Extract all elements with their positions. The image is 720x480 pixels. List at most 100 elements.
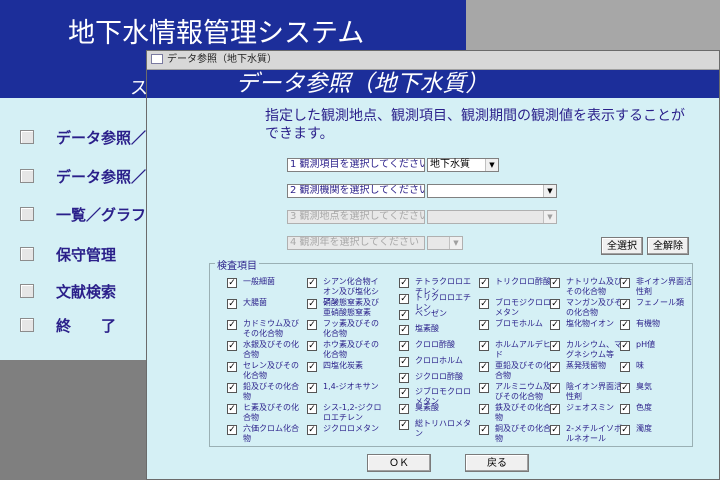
- inspection-item-checkbox[interactable]: ✓: [550, 404, 560, 414]
- inspection-item[interactable]: ✓ マンガン及びその化合物: [550, 298, 626, 318]
- inspection-item[interactable]: ✓ 陰イオン界面活性剤: [550, 382, 626, 402]
- inspection-item-checkbox[interactable]: ✓: [550, 341, 560, 351]
- inspection-item-checkbox[interactable]: ✓: [307, 278, 317, 288]
- select-all-button[interactable]: 全選択: [601, 237, 643, 255]
- dropdown-arrow-icon[interactable]: ▼: [543, 185, 556, 197]
- inspection-item-checkbox[interactable]: ✓: [399, 325, 409, 335]
- inspection-item[interactable]: ✓ ホウ素及びその化合物: [307, 340, 383, 360]
- inspection-item-checkbox[interactable]: ✓: [620, 425, 630, 435]
- inspection-item-checkbox[interactable]: ✓: [307, 320, 317, 330]
- menu-button-box[interactable]: [20, 318, 34, 332]
- inspection-item-checkbox[interactable]: ✓: [307, 425, 317, 435]
- inspection-item[interactable]: ✓ 鉄及びその化合物: [479, 403, 555, 423]
- inspection-item[interactable]: ✓ シス-1,2-ジクロロエチレン: [307, 403, 383, 423]
- inspection-item-checkbox[interactable]: ✓: [307, 299, 317, 309]
- inspection-item[interactable]: ✓ 濁度: [620, 424, 696, 435]
- inspection-item[interactable]: ✓ 水銀及びその化合物: [227, 340, 303, 360]
- inspection-item-checkbox[interactable]: ✓: [479, 299, 489, 309]
- dialog-caption-bar[interactable]: データ参照（地下水質）: [147, 51, 719, 70]
- inspection-item-checkbox[interactable]: ✓: [399, 278, 409, 288]
- inspection-item-checkbox[interactable]: ✓: [479, 341, 489, 351]
- inspection-item-checkbox[interactable]: ✓: [479, 278, 489, 288]
- observation-item-combobox[interactable]: 地下水質 ▼: [427, 158, 499, 172]
- inspection-item-checkbox[interactable]: ✓: [620, 362, 630, 372]
- inspection-item[interactable]: ✓ クロロ酢酸: [399, 340, 475, 351]
- inspection-item-checkbox[interactable]: ✓: [307, 404, 317, 414]
- inspection-item[interactable]: ✓ pH値: [620, 340, 696, 351]
- menu-item-exit[interactable]: 終 了: [20, 314, 116, 336]
- inspection-item-checkbox[interactable]: ✓: [307, 341, 317, 351]
- inspection-item-checkbox[interactable]: ✓: [399, 388, 409, 398]
- inspection-item[interactable]: ✓ ヒ素及びその化合物: [227, 403, 303, 423]
- menu-button-box[interactable]: [20, 130, 34, 144]
- inspection-item[interactable]: ✓ 鉛及びその化合物: [227, 382, 303, 402]
- inspection-item-checkbox[interactable]: ✓: [550, 320, 560, 330]
- inspection-item[interactable]: ✓ 臭気: [620, 382, 696, 393]
- inspection-item-checkbox[interactable]: ✓: [399, 341, 409, 351]
- clear-all-button[interactable]: 全解除: [647, 237, 689, 255]
- inspection-item-checkbox[interactable]: ✓: [227, 320, 237, 330]
- inspection-item[interactable]: ✓ 総トリハロメタン: [399, 419, 475, 439]
- inspection-item[interactable]: ✓ フッ素及びその化合物: [307, 319, 383, 339]
- inspection-item-checkbox[interactable]: ✓: [399, 294, 409, 304]
- inspection-item-checkbox[interactable]: ✓: [227, 404, 237, 414]
- inspection-item-checkbox[interactable]: ✓: [227, 383, 237, 393]
- inspection-item[interactable]: ✓ 四塩化炭素: [307, 361, 383, 372]
- observation-agency-combobox[interactable]: ▼: [427, 184, 557, 198]
- inspection-item[interactable]: ✓ 味: [620, 361, 696, 372]
- inspection-item-checkbox[interactable]: ✓: [620, 404, 630, 414]
- inspection-item-checkbox[interactable]: ✓: [479, 320, 489, 330]
- inspection-item-checkbox[interactable]: ✓: [227, 425, 237, 435]
- inspection-item[interactable]: ✓ クロロホルム: [399, 356, 475, 367]
- inspection-item[interactable]: ✓ ホルムアルデヒド: [479, 340, 555, 360]
- menu-item-data-ref-2[interactable]: データ参照／: [20, 165, 146, 187]
- inspection-item-checkbox[interactable]: ✓: [620, 320, 630, 330]
- inspection-item-checkbox[interactable]: ✓: [479, 362, 489, 372]
- menu-button-box[interactable]: [20, 169, 34, 183]
- inspection-item-checkbox[interactable]: ✓: [227, 299, 237, 309]
- inspection-item[interactable]: ✓ 色度: [620, 403, 696, 414]
- inspection-item[interactable]: ✓ ブロモジクロロメタン: [479, 298, 555, 318]
- inspection-item[interactable]: ✓ ジクロロメタン: [307, 424, 383, 435]
- inspection-item-checkbox[interactable]: ✓: [620, 383, 630, 393]
- menu-item-literature-search[interactable]: 文献検索: [20, 280, 116, 302]
- menu-item-maintenance[interactable]: 保守管理: [20, 243, 116, 265]
- inspection-item-checkbox[interactable]: ✓: [620, 299, 630, 309]
- inspection-item-checkbox[interactable]: ✓: [227, 278, 237, 288]
- inspection-item[interactable]: ✓ 1,4-ジオキサン: [307, 382, 383, 393]
- inspection-item[interactable]: ✓ セレン及びその化合物: [227, 361, 303, 381]
- inspection-item[interactable]: ✓ カルシウム、マグネシウム等: [550, 340, 626, 360]
- inspection-item-checkbox[interactable]: ✓: [550, 278, 560, 288]
- inspection-item-checkbox[interactable]: ✓: [550, 362, 560, 372]
- inspection-item[interactable]: ✓ 亜鉛及びその化合物: [479, 361, 555, 381]
- inspection-item-checkbox[interactable]: ✓: [620, 341, 630, 351]
- inspection-item[interactable]: ✓ 非イオン界面活性剤: [620, 277, 696, 297]
- inspection-item[interactable]: ✓ トリクロロ酢酸: [479, 277, 555, 288]
- inspection-item[interactable]: ✓ ナトリウム及びその化合物: [550, 277, 626, 297]
- inspection-item-checkbox[interactable]: ✓: [307, 362, 317, 372]
- inspection-item[interactable]: ✓ 塩素酸: [399, 324, 475, 335]
- inspection-item[interactable]: ✓ ベンゼン: [399, 309, 475, 320]
- menu-item-data-ref-1[interactable]: データ参照／: [20, 126, 146, 148]
- inspection-item[interactable]: ✓ ブロモホルム: [479, 319, 555, 330]
- inspection-item-checkbox[interactable]: ✓: [399, 357, 409, 367]
- inspection-item-checkbox[interactable]: ✓: [227, 341, 237, 351]
- inspection-item-checkbox[interactable]: ✓: [399, 420, 409, 430]
- inspection-item-checkbox[interactable]: ✓: [550, 299, 560, 309]
- inspection-item[interactable]: ✓ 一般細菌: [227, 277, 303, 288]
- inspection-item[interactable]: ✓ 2-メチルイソボルネオール: [550, 424, 626, 444]
- inspection-item-checkbox[interactable]: ✓: [399, 373, 409, 383]
- inspection-item-checkbox[interactable]: ✓: [307, 383, 317, 393]
- inspection-item[interactable]: ✓ フェノール類: [620, 298, 696, 309]
- inspection-item-checkbox[interactable]: ✓: [399, 404, 409, 414]
- menu-button-box[interactable]: [20, 284, 34, 298]
- inspection-item[interactable]: ✓ 塩化物イオン: [550, 319, 626, 330]
- back-button[interactable]: 戻る: [465, 454, 529, 472]
- inspection-item-checkbox[interactable]: ✓: [620, 278, 630, 288]
- inspection-item[interactable]: ✓ 六価クロム化合物: [227, 424, 303, 444]
- inspection-item[interactable]: ✓ アルミニウム及びその化合物: [479, 382, 555, 402]
- menu-button-box[interactable]: [20, 207, 34, 221]
- inspection-item-checkbox[interactable]: ✓: [227, 362, 237, 372]
- menu-button-box[interactable]: [20, 247, 34, 261]
- inspection-item[interactable]: ✓ カドミウム及びその化合物: [227, 319, 303, 339]
